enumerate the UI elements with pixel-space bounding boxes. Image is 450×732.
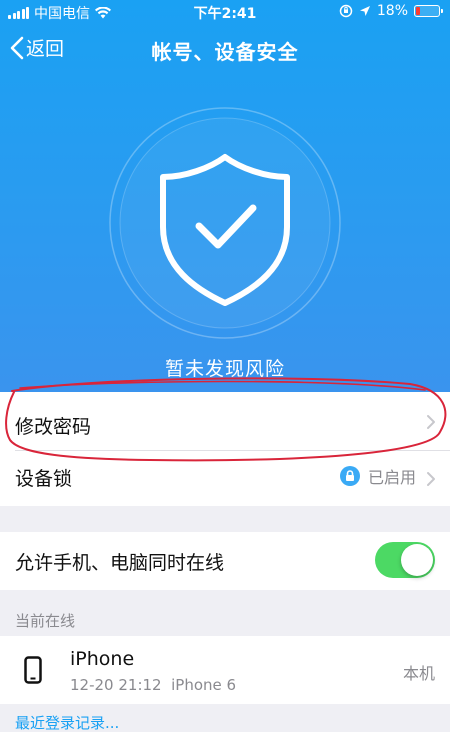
device-lock-status-text: 已启用 xyxy=(367,468,416,487)
status-bar: 中国电信 下午2:41 18% xyxy=(0,0,450,24)
online-section-title: 当前在线 xyxy=(15,612,76,630)
battery-icon xyxy=(414,5,443,17)
allow-online-toggle[interactable] xyxy=(375,542,435,578)
device-detail: 12-20 21:12 iPhone 6 xyxy=(70,676,237,694)
recent-login-link[interactable]: 最近登录记录... xyxy=(15,712,119,732)
phone-icon xyxy=(24,656,42,684)
device-lock-label: 设备锁 xyxy=(15,468,73,490)
security-settings-group: 修改密码 设备锁 已启用 xyxy=(0,392,450,506)
lock-icon xyxy=(339,466,360,486)
toggle-knob xyxy=(401,544,433,576)
change-password-label: 修改密码 xyxy=(15,416,92,438)
current-device-tag: 本机 xyxy=(402,664,435,683)
online-device-row[interactable]: iPhone 12-20 21:12 iPhone 6 本机 xyxy=(0,636,450,704)
chevron-right-icon xyxy=(427,472,435,486)
battery-percent: 18% xyxy=(376,3,408,19)
status-right: 18% xyxy=(339,3,443,19)
orientation-lock-icon xyxy=(339,4,353,18)
device-lock-status: 已启用 xyxy=(339,464,416,488)
nav-bar: 返回 帐号、设备安全 xyxy=(0,30,450,70)
inner-ring xyxy=(119,117,331,329)
security-shield xyxy=(0,95,450,345)
device-lock-row[interactable]: 设备锁 已启用 xyxy=(0,451,450,506)
device-name: iPhone xyxy=(70,648,135,670)
allow-online-row: 允许手机、电脑同时在线 xyxy=(0,532,450,590)
chevron-right-icon xyxy=(427,415,435,429)
allow-online-label: 允许手机、电脑同时在线 xyxy=(15,552,225,574)
security-header: 中国电信 下午2:41 18% 返回 帐号、设备安全 暂未发现风险 xyxy=(0,0,450,392)
risk-status-text: 暂未发现风险 xyxy=(164,358,285,380)
change-password-row[interactable]: 修改密码 xyxy=(0,392,450,450)
page-title: 帐号、设备安全 xyxy=(151,40,299,64)
location-icon xyxy=(359,6,370,16)
